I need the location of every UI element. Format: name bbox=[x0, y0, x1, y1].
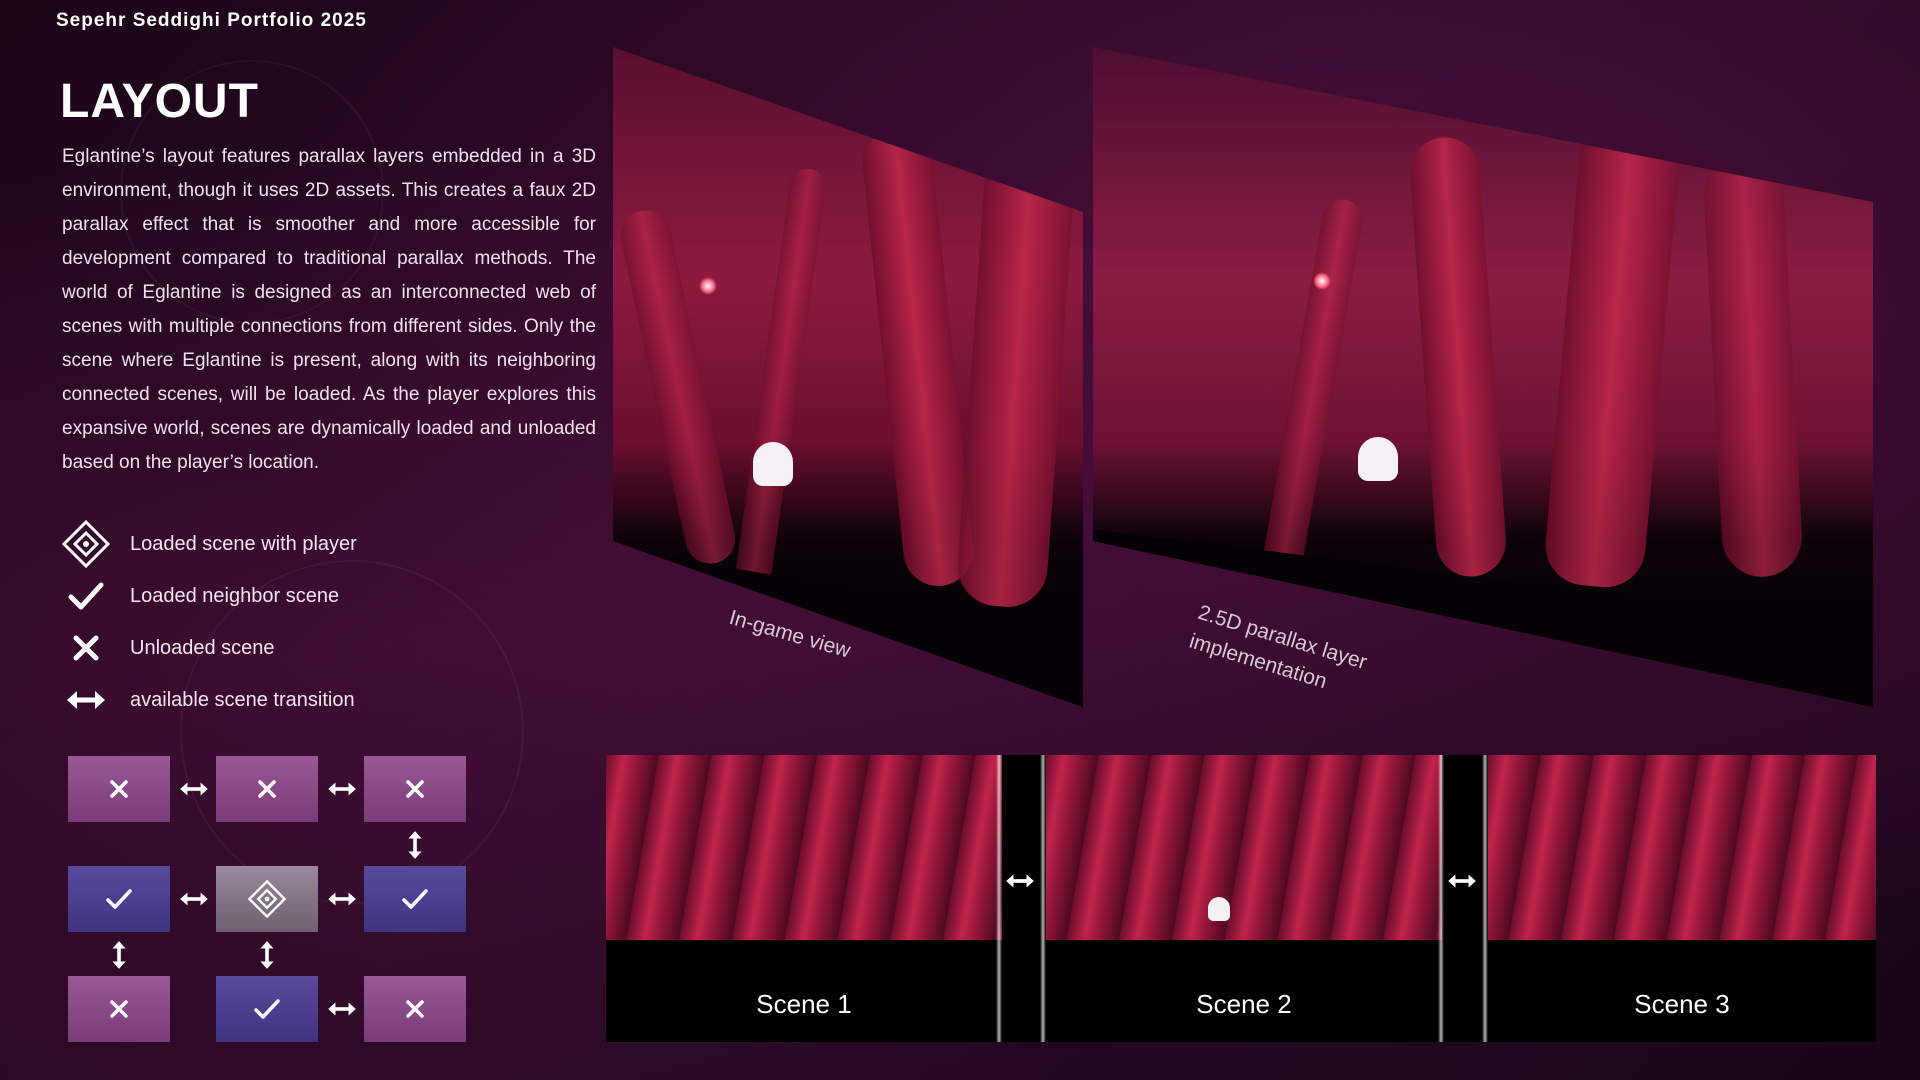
page-title: LAYOUT bbox=[60, 75, 259, 128]
check-icon bbox=[402, 889, 428, 909]
double-arrow-icon bbox=[320, 998, 364, 1020]
grid-cell-neighbor bbox=[364, 866, 466, 932]
grid-cell-unloaded bbox=[364, 756, 466, 822]
check-icon bbox=[254, 999, 280, 1019]
character-sprite bbox=[1358, 437, 1398, 481]
double-arrow-icon bbox=[1004, 873, 1036, 894]
grid-cell-unloaded bbox=[216, 756, 318, 822]
character-sprite bbox=[753, 442, 793, 486]
layout-description: Eglantine’s layout features parallax lay… bbox=[62, 146, 596, 473]
scene-grid bbox=[68, 756, 466, 1042]
double-arrow-icon bbox=[320, 888, 364, 910]
x-icon bbox=[406, 1000, 424, 1018]
legend-label: Loaded scene with player bbox=[130, 532, 357, 555]
grid-cell-neighbor bbox=[68, 866, 170, 932]
double-arrow-icon bbox=[172, 778, 216, 800]
check-icon bbox=[106, 889, 132, 909]
double-arrow-icon bbox=[58, 680, 114, 720]
scene-strip: Scene 1 Scene 2 Scene 3 bbox=[606, 755, 1876, 1042]
legend-item-neighbor: Loaded neighbor scene bbox=[58, 570, 357, 622]
legend: Loaded scene with player Loaded neighbor… bbox=[58, 518, 357, 726]
scene-label: Scene 3 bbox=[1634, 989, 1730, 1019]
scene-divider bbox=[996, 755, 1002, 1042]
legend-label: available scene transition bbox=[130, 688, 355, 711]
legend-item-unloaded: Unloaded scene bbox=[58, 622, 357, 674]
x-icon bbox=[258, 780, 276, 798]
diamond-icon bbox=[247, 879, 287, 919]
vertical-arrow-icon bbox=[256, 934, 278, 976]
scene-1: Scene 1 bbox=[606, 755, 1002, 1042]
scene-2: Scene 2 bbox=[1046, 755, 1442, 1042]
check-icon bbox=[58, 576, 114, 616]
grid-cell-player bbox=[216, 866, 318, 932]
scene-3: Scene 3 bbox=[1488, 755, 1876, 1042]
double-arrow-icon bbox=[320, 778, 364, 800]
scene-label: Scene 1 bbox=[756, 989, 852, 1019]
x-icon bbox=[110, 780, 128, 798]
vertical-arrow-icon bbox=[108, 934, 130, 976]
scene-divider bbox=[1438, 755, 1444, 1042]
legend-item-player: Loaded scene with player bbox=[58, 518, 357, 570]
grid-cell-neighbor bbox=[216, 976, 318, 1042]
diamond-icon bbox=[58, 519, 114, 569]
x-icon bbox=[58, 628, 114, 668]
grid-cell-unloaded bbox=[364, 976, 466, 1042]
x-icon bbox=[406, 780, 424, 798]
grid-cell-unloaded bbox=[68, 756, 170, 822]
grid-cell-unloaded bbox=[68, 976, 170, 1042]
vertical-arrow-icon bbox=[404, 824, 426, 866]
double-arrow-icon bbox=[172, 888, 216, 910]
portfolio-header: Sepehr Seddighi Portfolio 2025 bbox=[56, 10, 367, 31]
legend-label: Loaded neighbor scene bbox=[130, 584, 340, 607]
double-arrow-icon bbox=[1446, 873, 1478, 894]
legend-label: Unloaded scene bbox=[130, 636, 275, 659]
legend-item-transition: available scene transition bbox=[58, 674, 357, 726]
scene-label: Scene 2 bbox=[1196, 989, 1292, 1019]
x-icon bbox=[110, 1000, 128, 1018]
